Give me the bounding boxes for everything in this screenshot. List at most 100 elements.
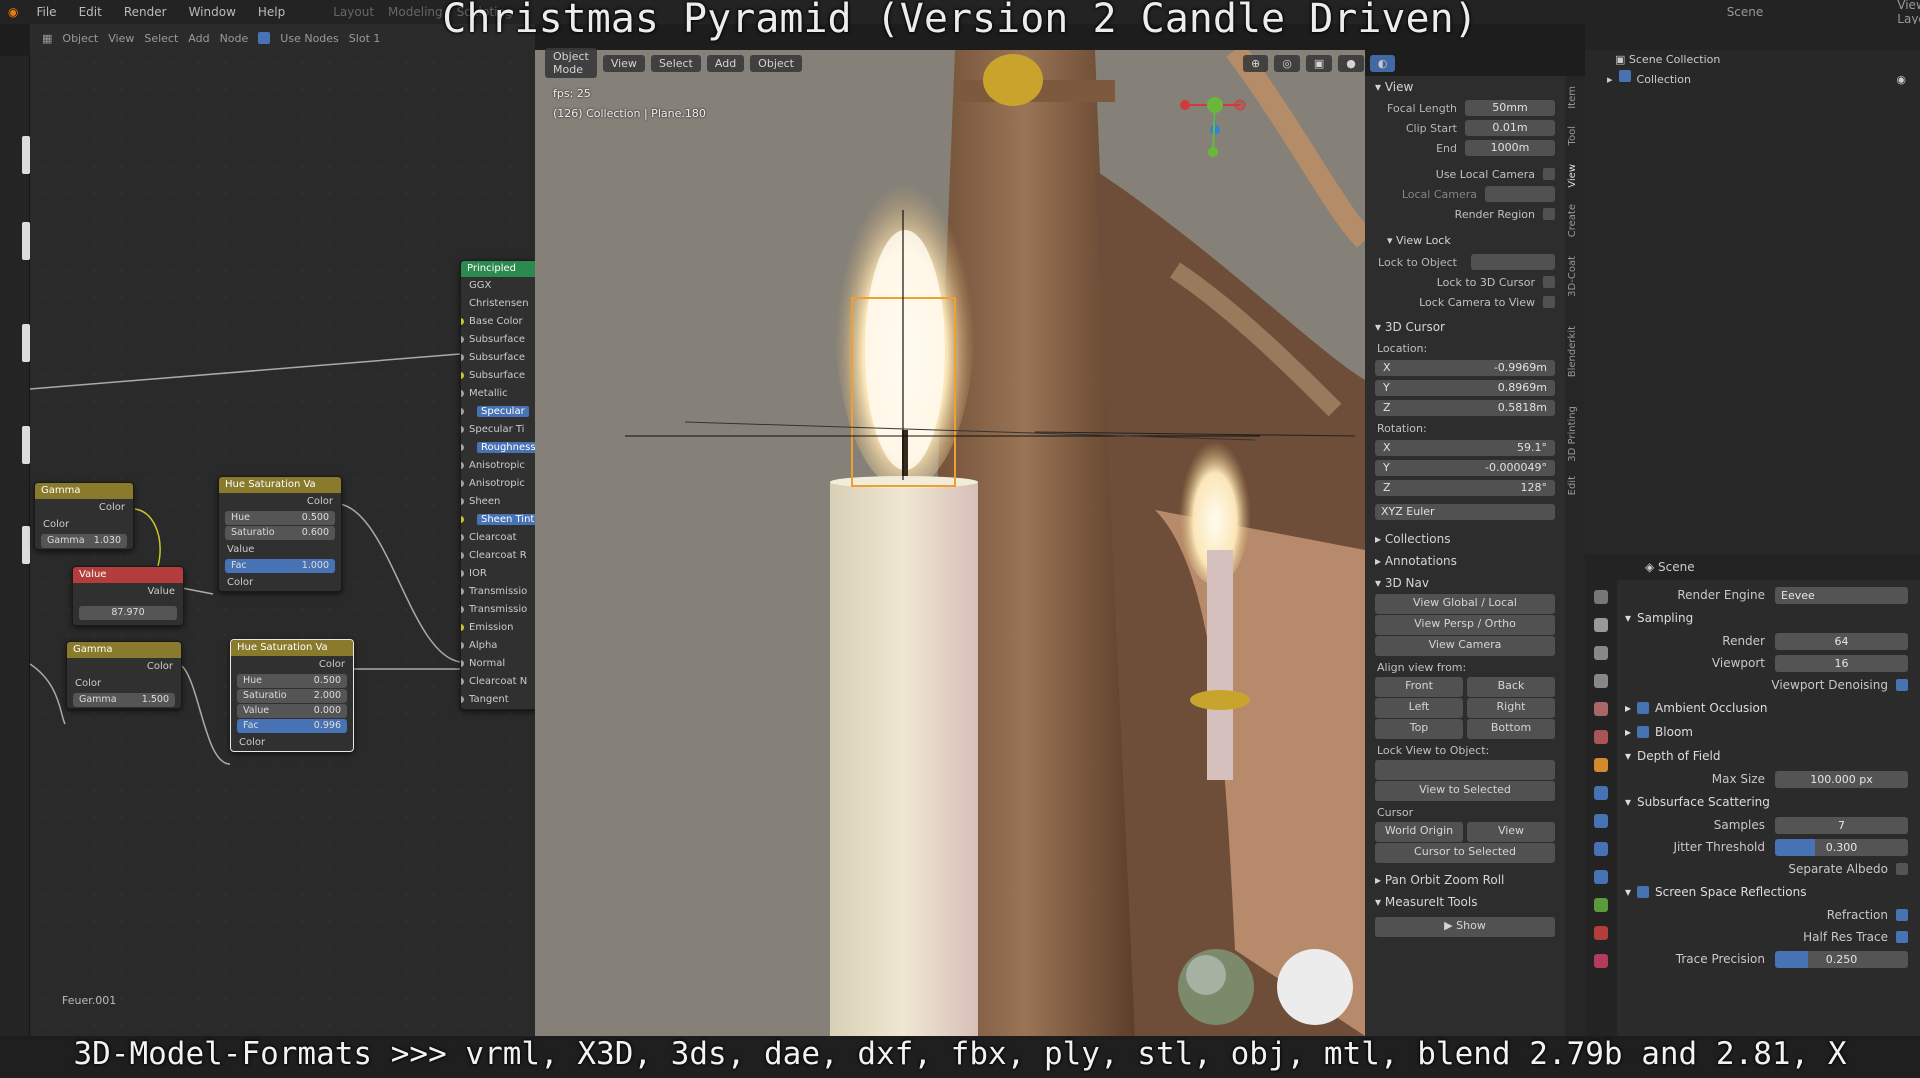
use-nodes-checkbox[interactable] [258,32,271,44]
pan-orbit-section[interactable]: ▸ Pan Orbit Zoom Roll [1365,869,1565,891]
principled-input[interactable]: Emission [461,619,540,637]
object-tab-icon[interactable] [1594,758,1608,772]
measureit-show-button[interactable]: ▶ Show [1375,917,1555,937]
view-layer-tab-icon[interactable] [1594,674,1608,688]
cursor-to-selected-button[interactable]: Cursor to Selected [1375,843,1555,863]
constraints-tab-icon[interactable] [1594,870,1608,884]
workspace-tab-modeling[interactable]: Modeling [388,5,443,19]
collection-row[interactable]: ▸ Collection ◉ [1585,70,1920,90]
tool-button[interactable] [22,222,30,260]
menu-render[interactable]: Render [120,5,171,19]
denoise-checkbox[interactable] [1896,679,1908,691]
sss-panel[interactable]: ▾ Subsurface Scattering [1625,790,1920,814]
view-layer-selector[interactable]: View Layer [1897,0,1920,26]
principled-input[interactable]: Transmissio [461,601,540,619]
lock-to-object-field[interactable] [1471,254,1555,270]
align-top-button[interactable]: Top [1375,719,1463,739]
scene-collection-row[interactable]: ▣ Scene Collection [1585,50,1920,70]
saturation-field[interactable]: Saturatio 0.600 [225,526,335,540]
shading-rendered-icon[interactable]: ◐ [1369,54,1396,72]
refraction-checkbox[interactable] [1896,909,1908,921]
tab-edit[interactable]: Edit [1567,476,1578,495]
view-section-header[interactable]: ▾ View [1365,76,1565,98]
menu-file[interactable]: File [32,5,60,19]
principled-input[interactable]: Subsurface [461,349,540,367]
focal-length-field[interactable]: 50mm [1465,100,1555,116]
principled-input[interactable]: Tangent [461,691,540,709]
3d-nav-section[interactable]: ▾ 3D Nav [1365,572,1565,594]
gamma-field[interactable]: Gamma 1.030 [41,534,127,548]
principled-input[interactable]: Specular [461,403,540,421]
measureit-section[interactable]: ▾ MeasureIt Tools [1365,891,1565,913]
slot-selector[interactable]: Slot 1 [349,32,381,45]
menu-window[interactable]: Window [185,5,240,19]
use-local-camera-checkbox[interactable] [1543,168,1555,180]
principled-input[interactable]: Subsurface [461,331,540,349]
shading-solid-icon[interactable]: ● [1338,54,1364,72]
tool-button[interactable] [22,426,30,464]
clip-start-field[interactable]: 0.01m [1465,120,1555,136]
max-size-field[interactable]: 100.000 px [1775,770,1908,788]
ao-checkbox[interactable] [1637,702,1650,714]
viewport-select-menu[interactable]: Select [650,54,701,72]
render-tab-icon[interactable] [1594,618,1608,632]
tool-button[interactable] [22,526,30,564]
gamma-node[interactable]: Gamma Color Color Gamma 1.030 [34,482,134,550]
material-tab-icon[interactable] [1594,926,1608,940]
cursor-rotation-field[interactable]: Y -0.000049° [1375,460,1555,476]
tool-button[interactable] [22,136,30,174]
cursor-section-header[interactable]: ▾ 3D Cursor [1365,316,1565,338]
principled-input[interactable]: Clearcoat N [461,673,540,691]
collections-section[interactable]: ▸ Collections [1365,528,1565,550]
node-view-menu[interactable]: View [108,32,134,45]
value-field[interactable]: 87.970 [79,606,177,620]
view-to-selected-button[interactable]: View to Selected [1375,781,1555,801]
overlay-toggle-icon[interactable]: ◎ [1274,54,1300,72]
ssr-panel[interactable]: ▾ Screen Space Reflections [1625,880,1920,904]
align-left-button[interactable]: Left [1375,698,1463,718]
render-samples-field[interactable]: 64 [1775,632,1908,650]
data-tab-icon[interactable] [1594,898,1608,912]
principled-input[interactable]: Anisotropic [461,475,540,493]
bloom-panel[interactable]: ▸ Bloom [1625,720,1920,744]
viewport-samples-field[interactable]: 16 [1775,654,1908,672]
collection-checkbox[interactable] [1618,70,1631,82]
render-engine-dropdown[interactable]: Eevee [1775,586,1908,604]
tab-view[interactable]: View [1567,164,1578,188]
principled-input[interactable]: GGX [461,277,540,295]
node-editor[interactable]: Gamma Color Color Gamma 1.030 Hue Saturat… [30,24,540,1036]
hue-field[interactable]: Hue 0.500 [237,674,347,688]
principled-input[interactable]: Christensen [461,295,540,313]
cursor-location-field[interactable]: X -0.9969m [1375,360,1555,376]
ssr-checkbox[interactable] [1637,886,1650,898]
align-front-button[interactable]: Front [1375,677,1463,697]
cursor-rotation-field[interactable]: Z 128° [1375,480,1555,496]
viewport-view-menu[interactable]: View [602,54,645,72]
principled-input[interactable]: Clearcoat [461,529,540,547]
output-tab-icon[interactable] [1594,646,1608,660]
workspace-tab-layout[interactable]: Layout [333,5,374,19]
tool-button[interactable] [22,324,30,362]
tab-blenderkit[interactable]: Blenderkit [1567,326,1578,377]
principled-input[interactable]: Subsurface [461,367,540,385]
lock-view-object-field[interactable] [1375,760,1555,780]
tab-tool[interactable]: Tool [1567,126,1578,145]
principled-input[interactable]: Sheen Tint [461,511,540,529]
fac-field[interactable]: Fac 0.996 [237,719,347,733]
cursor-view-button[interactable]: View [1467,822,1555,842]
eye-icon[interactable]: ◉ [1896,70,1906,90]
render-region-checkbox[interactable] [1543,208,1555,220]
local-camera-field[interactable] [1485,186,1555,202]
align-right-button[interactable]: Right [1467,698,1555,718]
tool-tab-icon[interactable] [1594,590,1608,604]
trace-precision-slider[interactable]: 0.250 [1775,950,1908,968]
principled-input[interactable]: Alpha [461,637,540,655]
outliner[interactable]: ▣ Scene Collection ▸ Collection ◉ [1585,24,1920,554]
node-object-menu[interactable]: Object [62,32,98,45]
scene-selector[interactable]: Scene [1727,5,1764,19]
separate-albedo-checkbox[interactable] [1896,863,1908,875]
clip-end-field[interactable]: 1000m [1465,140,1555,156]
workspace-tab-sculpting[interactable]: Sculpting [457,5,513,19]
hue-field[interactable]: Hue 0.500 [225,511,335,525]
annotations-section[interactable]: ▸ Annotations [1365,550,1565,572]
